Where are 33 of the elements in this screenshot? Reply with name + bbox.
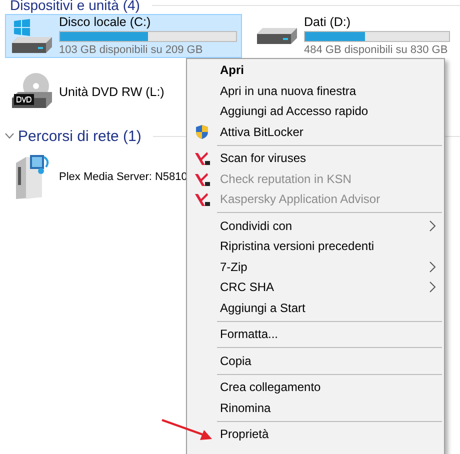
menu-item[interactable]: Apri	[187, 60, 444, 80]
k-icon	[194, 191, 211, 208]
menu-item[interactable]: Aggiungi ad Accesso rapido	[187, 101, 444, 122]
menu-item[interactable]: Rinomina	[187, 398, 444, 418]
hard-drive-icon	[255, 27, 299, 45]
hard-drive-icon	[10, 19, 54, 53]
drive-name: Unità DVD RW (L:)	[59, 85, 164, 99]
menu-item[interactable]: Copia	[187, 350, 444, 371]
menu-item[interactable]: CRC SHA	[187, 277, 444, 298]
menu-item[interactable]: Proprietà	[187, 424, 444, 444]
drive-name: Disco locale (C:)	[59, 15, 151, 29]
menu-item[interactable]: Crea collegamento	[187, 377, 444, 398]
free-space-text: 103 GB disponibili su 209 GB	[59, 44, 203, 57]
free-space-text: 484 GB disponibili su 830 GB	[304, 44, 448, 57]
section-title: Percorsi di rete (1)	[18, 128, 142, 144]
drive-tile[interactable]: Disco locale (C:) 103 GB disponibili su 209 GB	[5, 14, 242, 58]
menu-item[interactable]: 7-Zip	[187, 256, 444, 277]
menu-item[interactable]: Apri in una nuova finestra	[187, 80, 444, 101]
menu-item[interactable]: Ripristina versioni precedenti	[187, 236, 444, 256]
drive-tile[interactable]: Dati (D:) 484 GB disponibili su 830 GB	[250, 14, 455, 58]
chevron-icon[interactable]	[5, 133, 14, 139]
k-icon	[194, 170, 211, 187]
k-icon	[194, 150, 211, 166]
menu-item[interactable]: Scan for viruses	[187, 148, 444, 168]
section-title: Dispositivi e unità (4)	[10, 0, 140, 13]
menu-item[interactable]: Formatta...	[187, 324, 444, 344]
drive-tile[interactable]: Unità DVD RW (L:)	[5, 70, 170, 114]
menu-item[interactable]: Condividi con	[187, 216, 444, 236]
pointer-arrow	[160, 418, 214, 442]
menu-item[interactable]: Attiva BitLocker	[187, 122, 444, 142]
menu-item[interactable]: Aggiungi a Start	[187, 298, 444, 318]
drive-name: Dati (D:)	[304, 15, 351, 29]
shield-icon	[194, 124, 210, 140]
